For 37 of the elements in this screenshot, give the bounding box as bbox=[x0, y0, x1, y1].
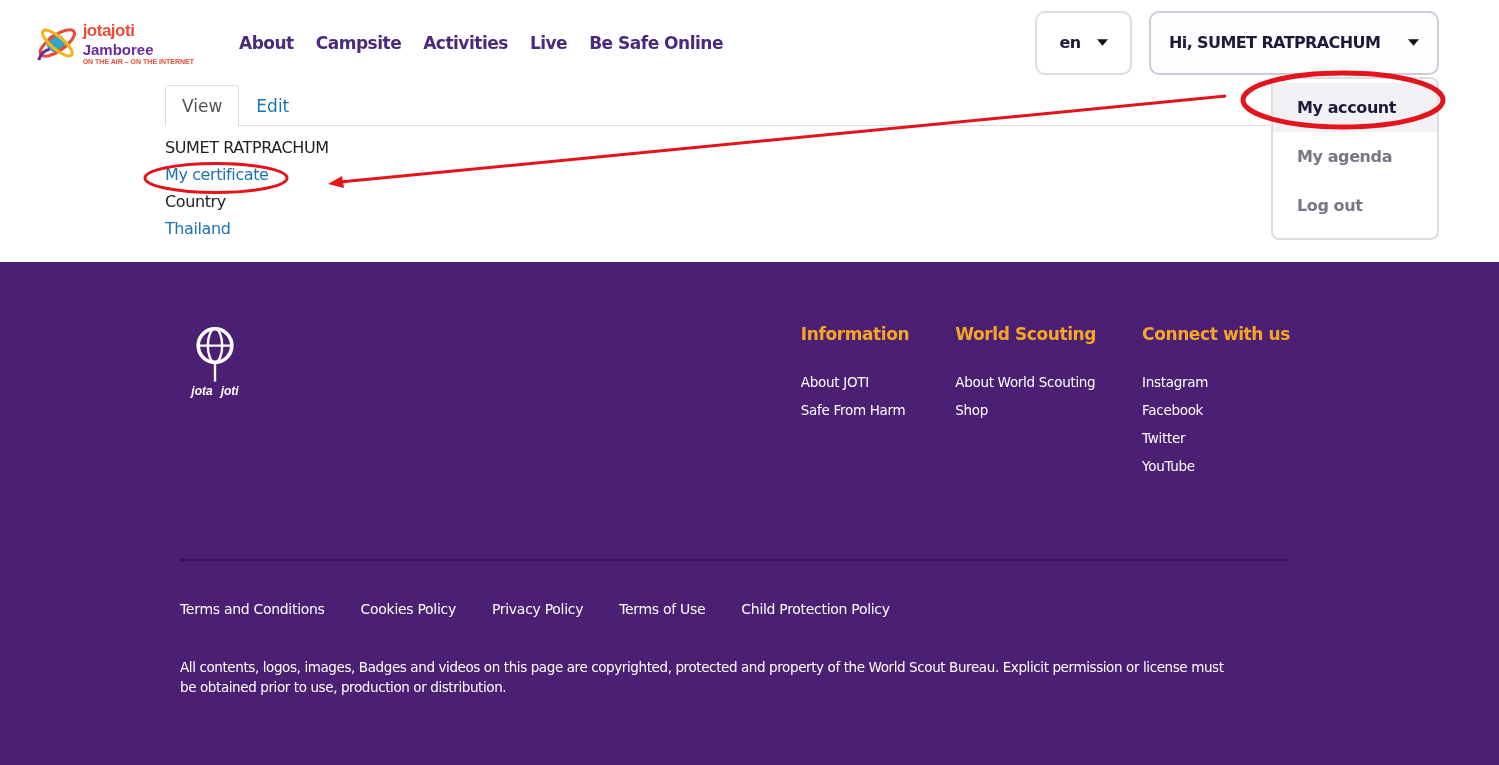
profile-text: SUMET RATPRACHUM bbox=[165, 137, 329, 159]
legal-link[interactable]: Cookies Policy bbox=[360, 601, 456, 617]
nav-link[interactable]: Campsite bbox=[315, 32, 402, 53]
logo-wordmark: Jamboree bbox=[82, 40, 155, 58]
footer-heading: World Scouting bbox=[955, 324, 1097, 344]
logo-wordmark: joti bbox=[220, 384, 239, 398]
footer-link[interactable]: Shop bbox=[955, 396, 1097, 424]
copyright-text: All contents, logos, images, Badges and videos on this page are copyrighted, protected and property of the World Scout Bureau. Explicit permission or license must be obtained prior to use, production or distribution. bbox=[180, 658, 1225, 697]
nav-link[interactable]: Activities bbox=[423, 32, 508, 53]
footer-link[interactable]: About World Scouting bbox=[955, 368, 1097, 396]
footer-link[interactable]: About JOTI bbox=[800, 368, 910, 396]
legal-link[interactable]: Terms and Conditions bbox=[180, 601, 325, 617]
language-dropdown[interactable]: en bbox=[1035, 10, 1132, 75]
nav-link[interactable]: Live bbox=[529, 32, 568, 53]
footer-link[interactable]: YouTube bbox=[1142, 452, 1290, 480]
legal-link[interactable]: Terms of Use bbox=[619, 601, 706, 617]
menu-item[interactable]: My agenda bbox=[1273, 131, 1437, 181]
caret-icon bbox=[1096, 39, 1108, 46]
tab[interactable]: Edit bbox=[239, 85, 307, 126]
nav-link[interactable]: About bbox=[239, 32, 294, 53]
footer-heading: Connect with us bbox=[1142, 324, 1290, 344]
logo-wordmark: jota bbox=[191, 384, 213, 398]
caret-icon bbox=[1408, 39, 1419, 46]
user-menu-button[interactable]: Hi, SUMET RATPRACHUM bbox=[1149, 10, 1439, 75]
footer-link[interactable]: Facebook bbox=[1142, 396, 1290, 424]
legal-link[interactable]: Child Protection Policy bbox=[741, 601, 890, 617]
footer-link[interactable]: Safe From Harm bbox=[800, 396, 910, 424]
footer-link[interactable]: Instagram bbox=[1142, 368, 1290, 396]
tab[interactable]: View bbox=[165, 85, 240, 126]
menu-item[interactable]: Log out bbox=[1273, 180, 1437, 230]
footer-link[interactable]: Twitter bbox=[1142, 424, 1290, 452]
footer-heading: Information bbox=[800, 324, 910, 344]
logo-wordmark: jotajoti bbox=[82, 20, 136, 41]
nav-link[interactable]: Be Safe Online bbox=[589, 32, 723, 53]
profile-text: Country bbox=[165, 191, 226, 213]
legal-link[interactable]: Privacy Policy bbox=[491, 601, 584, 617]
profile-link[interactable]: Thailand bbox=[165, 215, 231, 242]
